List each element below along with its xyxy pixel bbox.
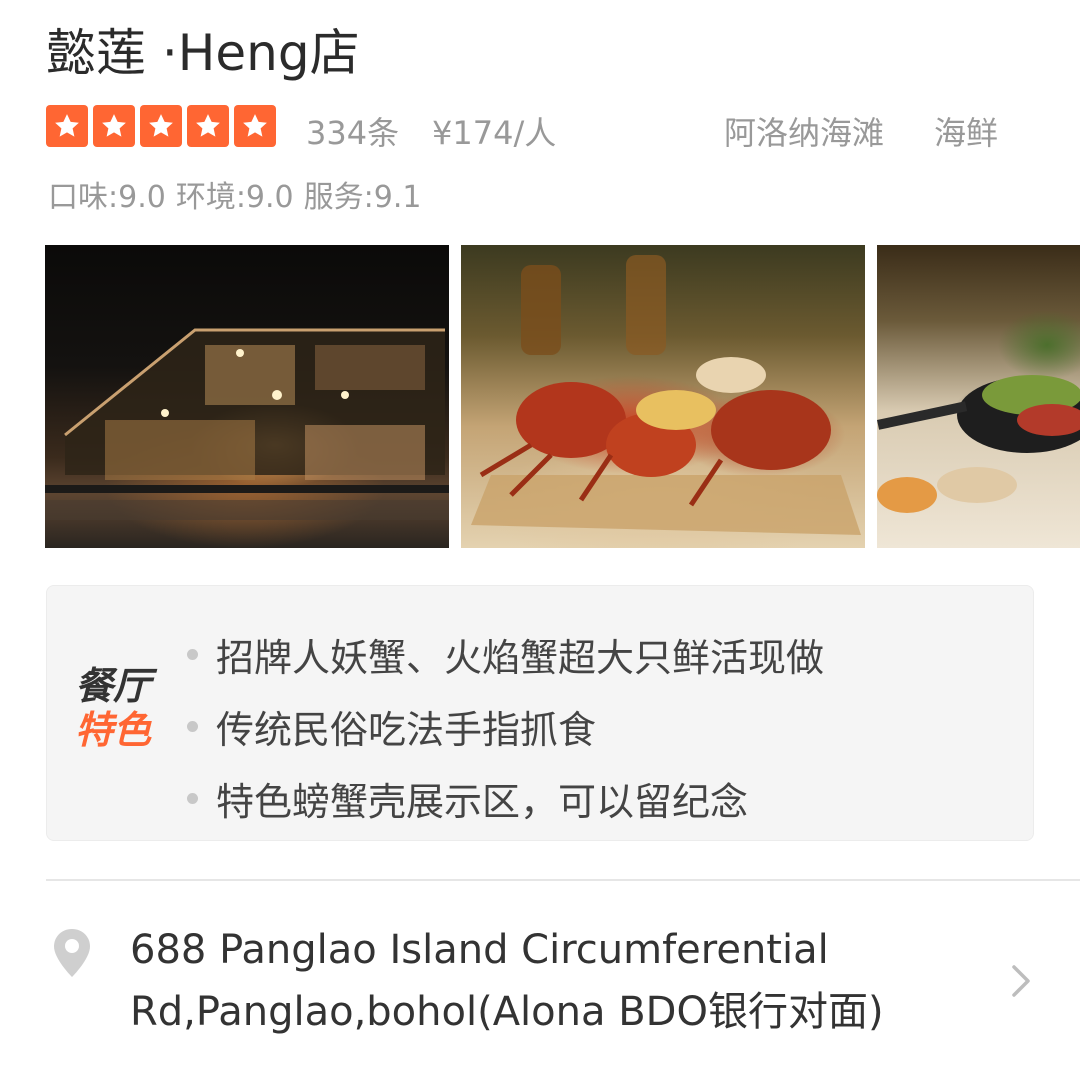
category-label[interactable]: 海鲜 <box>934 108 998 154</box>
location-pin-icon <box>54 929 90 977</box>
feature-list: 招牌人妖蟹、火焰蟹超大只鲜活现做 传统民俗吃法手指抓食 特色螃蟹壳展示区，可以留… <box>187 618 824 834</box>
feature-text: 传统民俗吃法手指抓食 <box>216 707 597 752</box>
taste-score: 口味:9.0 <box>48 180 166 215</box>
service-score: 服务:9.1 <box>303 180 422 215</box>
star-icon <box>46 105 88 147</box>
restaurant-features-box: 餐厅 特色 招牌人妖蟹、火焰蟹超大只鲜活现做 传统民俗吃法手指抓食 特色螃蟹壳展… <box>46 585 1034 841</box>
features-tag-line2: 特色 <box>75 708 152 752</box>
address-row[interactable]: 688 Panglao Island Circumferential Rd,Pa… <box>0 905 1080 1055</box>
star-icon <box>93 105 135 147</box>
price-per-person: ¥174/人 <box>432 114 557 152</box>
star-icon <box>140 105 182 147</box>
feature-item: 招牌人妖蟹、火焰蟹超大只鲜活现做 <box>187 618 824 690</box>
feature-item: 传统民俗吃法手指抓食 <box>187 690 824 762</box>
environment-score: 环境:9.0 <box>175 180 294 215</box>
feature-item: 特色螃蟹壳展示区，可以留纪念 <box>187 762 824 834</box>
feature-text: 招牌人妖蟹、火焰蟹超大只鲜活现做 <box>216 635 825 680</box>
area-label[interactable]: 阿洛纳海滩 <box>724 108 884 154</box>
crab-dish-photo[interactable] <box>461 245 865 548</box>
star-icon <box>187 105 229 147</box>
divider <box>46 879 1080 881</box>
features-tag-line1: 餐厅 <box>75 664 152 708</box>
bullet-icon <box>187 792 198 804</box>
star-rating <box>46 104 276 148</box>
sub-scores: 口味:9.0 环境:9.0 服务:9.1 <box>48 172 431 216</box>
seafood-pan-photo[interactable] <box>877 245 1080 548</box>
bullet-icon <box>187 648 198 660</box>
bullet-icon <box>187 720 198 732</box>
star-icon <box>234 105 276 147</box>
address-text: 688 Panglao Island Circumferential Rd,Pa… <box>130 927 884 1035</box>
review-count[interactable]: 334条 <box>306 108 399 154</box>
features-tag: 餐厅 特色 <box>75 664 165 752</box>
feature-text: 特色螃蟹壳展示区，可以留纪念 <box>216 779 749 824</box>
chevron-right-icon[interactable] <box>1006 961 1036 1001</box>
shop-title: 懿莲 ·Heng店 <box>46 24 360 82</box>
restaurant-exterior-photo[interactable] <box>45 245 449 548</box>
photo-gallery[interactable] <box>45 245 1080 548</box>
